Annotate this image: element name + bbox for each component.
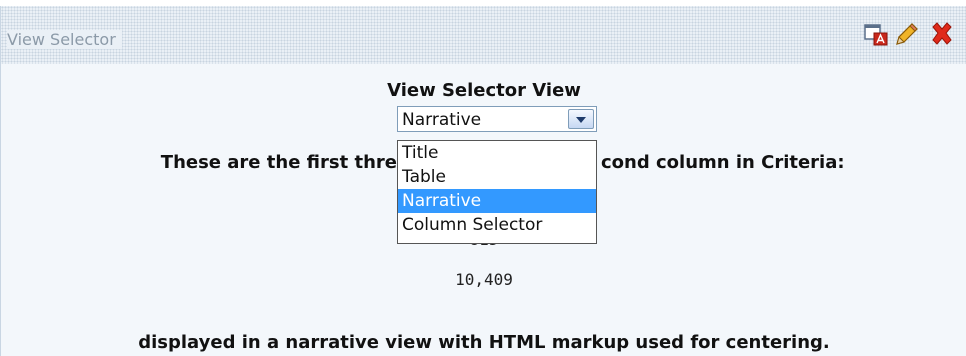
view-select-dropdown: Title Table Narrative Column Selector [397, 140, 597, 244]
footer-text: displayed in a narrative view with HTML … [138, 332, 830, 353]
dropdown-button[interactable] [568, 109, 594, 129]
view-select-value: Narrative [402, 110, 482, 130]
view-content: View Selector View Narrative These are t… [1, 64, 966, 356]
view-heading: View Selector View [387, 80, 581, 101]
close-icon[interactable] [928, 20, 956, 48]
option-column-selector[interactable]: Column Selector [398, 213, 596, 237]
option-narrative[interactable]: Narrative [398, 189, 596, 213]
value-2: 10,409 [455, 270, 513, 289]
chevron-down-icon [576, 117, 586, 123]
view-select[interactable]: Narrative [397, 106, 597, 132]
view-selector-panel: View Selector View Selector View Narrati… [0, 6, 966, 356]
copy-icon[interactable] [862, 20, 890, 48]
intro-text-left: These are the first thre [160, 152, 397, 173]
panel-titlebar: View Selector [1, 6, 966, 65]
edit-pencil-icon[interactable] [892, 20, 920, 48]
option-title[interactable]: Title [398, 141, 596, 165]
option-table[interactable]: Table [398, 165, 596, 189]
intro-text-right: cond column in Criteria: [601, 152, 845, 173]
panel-toolbar [856, 20, 966, 48]
panel-title: View Selector [7, 30, 122, 49]
